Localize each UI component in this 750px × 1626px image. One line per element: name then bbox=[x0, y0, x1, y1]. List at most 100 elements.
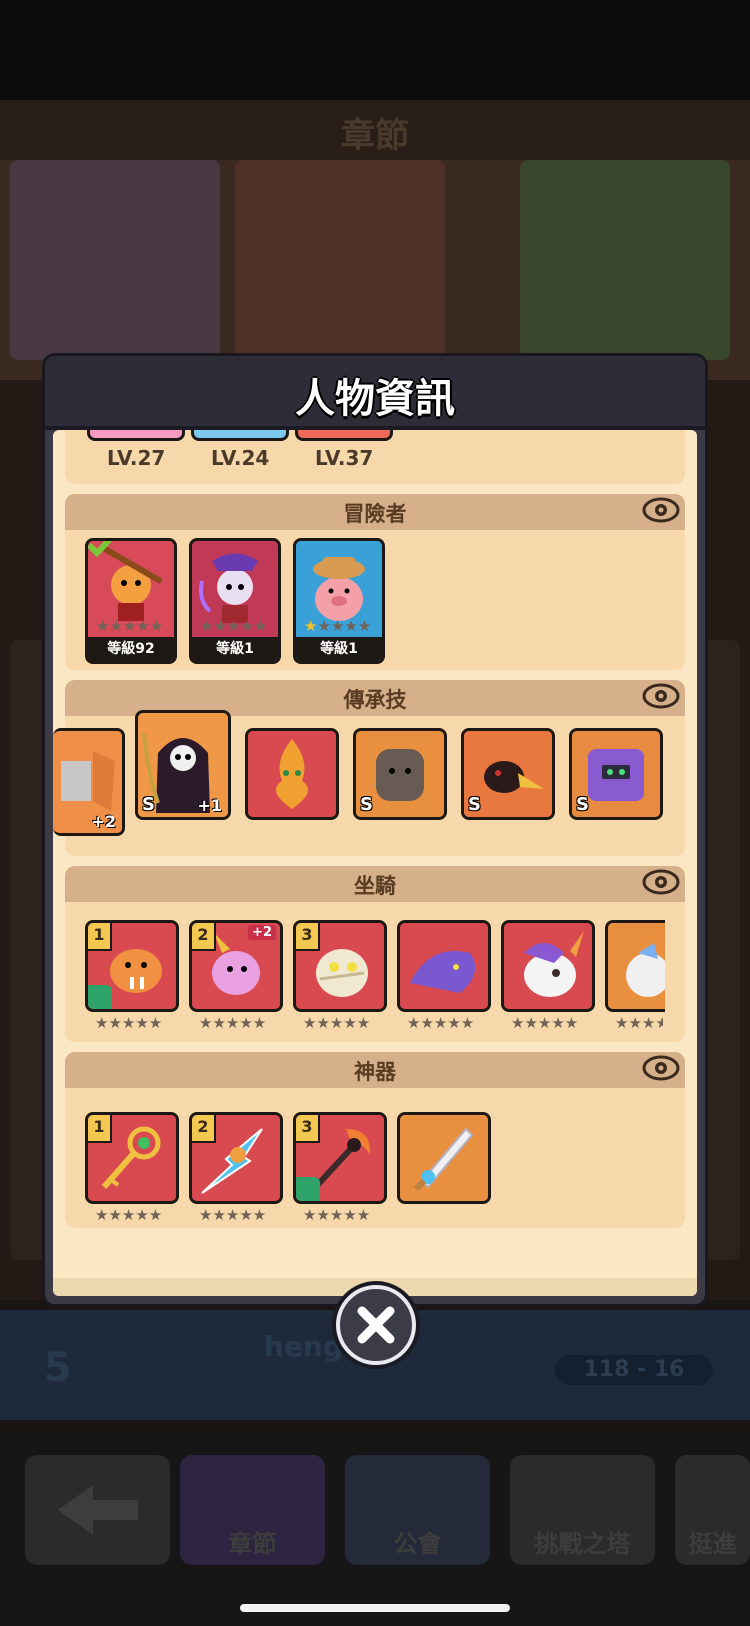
section-title: 坐騎 bbox=[354, 874, 396, 898]
skill-rank: S bbox=[576, 794, 589, 815]
nav-tower: 挑戰之塔 bbox=[510, 1455, 655, 1565]
bg-hero-card bbox=[10, 160, 220, 360]
character-info-modal: 人物資訊 LV.27 LV.24 LV.37 冒險者 ★★★★★ 等級92 ★★… bbox=[45, 356, 705, 1304]
star-rating: ★★★★★ bbox=[200, 617, 268, 635]
adventurer-level: 等級1 bbox=[296, 637, 382, 661]
skill-rank: S bbox=[142, 794, 155, 815]
skill-tile[interactable]: S bbox=[353, 728, 447, 820]
adventurer-card[interactable]: ★★★★★ 等級92 bbox=[85, 538, 177, 664]
bg-side-panel bbox=[10, 640, 50, 1260]
top-hero-thumb bbox=[87, 430, 185, 441]
star-rating: ★★★★★ bbox=[95, 1014, 163, 1032]
close-icon bbox=[357, 1306, 395, 1344]
mount-tile[interactable]: 3 bbox=[293, 920, 387, 1012]
check-icon bbox=[88, 541, 113, 557]
modal-header: 人物資訊 bbox=[45, 356, 705, 430]
mount-partial-icon bbox=[608, 923, 665, 1009]
artifact-slot-number: 2 bbox=[192, 1115, 216, 1143]
eye-icon[interactable] bbox=[641, 867, 681, 897]
bg-side-panel bbox=[700, 640, 740, 1260]
star-rating: ★★★★★ bbox=[304, 617, 372, 635]
nav-advance-label: 挺進 bbox=[688, 1530, 737, 1558]
bg-hero-card bbox=[235, 160, 445, 360]
player-name: heng bbox=[264, 1330, 343, 1363]
home-indicator[interactable] bbox=[240, 1604, 510, 1612]
skill-tile[interactable]: S +1 bbox=[135, 710, 231, 820]
rank-number: 5 bbox=[44, 1345, 72, 1391]
purple-dragon-icon bbox=[400, 923, 488, 1009]
skill-rank: S bbox=[360, 794, 373, 815]
artifact-slot-number: 3 bbox=[296, 1115, 320, 1143]
skill-tile[interactable]: +2 bbox=[53, 728, 125, 836]
nav-tower-label: 挑戰之塔 bbox=[534, 1530, 631, 1558]
star-rating: ★★★★★ bbox=[615, 1014, 663, 1032]
mount-slot-number: 3 bbox=[296, 923, 320, 951]
bg-hero-card bbox=[520, 160, 730, 360]
level-label: LV.37 bbox=[315, 446, 374, 470]
adventurer-card[interactable]: ★★★★★ 等級1 bbox=[189, 538, 281, 664]
star-rating: ★★★★★ bbox=[96, 617, 164, 635]
skill-rank: S bbox=[468, 794, 481, 815]
artifact-tile[interactable]: 3 bbox=[293, 1112, 387, 1204]
chapter-title-bg: 章節 bbox=[341, 116, 409, 156]
equipped-badge-icon bbox=[296, 1177, 320, 1201]
mount-tile[interactable] bbox=[501, 920, 595, 1012]
level-label: LV.27 bbox=[107, 446, 166, 470]
section-mounts: 坐騎 1 ★★★★★ 2 +2 ★★★★★ 3 ★★★★★ ★★★★★ ★★★★… bbox=[65, 866, 685, 1042]
mount-slot-number: 2 bbox=[192, 923, 216, 951]
mount-tile[interactable] bbox=[397, 920, 491, 1012]
level-label: LV.24 bbox=[211, 446, 270, 470]
modal-scroll-content[interactable]: LV.27 LV.24 LV.37 冒險者 ★★★★★ 等級92 ★★★★★ 等… bbox=[53, 430, 697, 1296]
mount-plus: +2 bbox=[248, 925, 276, 940]
adventurer-level: 等級1 bbox=[192, 637, 278, 661]
artifact-tile[interactable]: 1 bbox=[85, 1112, 179, 1204]
artifact-tile[interactable] bbox=[397, 1112, 491, 1204]
sword-icon bbox=[400, 1115, 488, 1201]
section-title: 冒險者 bbox=[343, 502, 407, 526]
section-header: 坐騎 bbox=[65, 866, 685, 902]
star-rating: ★★★★★ bbox=[199, 1206, 267, 1224]
modal-title: 人物資訊 bbox=[295, 376, 455, 422]
skill-plus: +1 bbox=[197, 796, 222, 815]
section-header: 冒險者 bbox=[65, 494, 685, 530]
nav-guild: 公會 bbox=[345, 1455, 490, 1565]
artifact-tile[interactable]: 2 bbox=[189, 1112, 283, 1204]
skill-tile[interactable] bbox=[245, 728, 339, 820]
section-artifacts: 神器 1 ★★★★★ 2 ★★★★★ 3 ★★★★★ bbox=[65, 1052, 685, 1228]
nav-advance: 挺進 bbox=[675, 1455, 750, 1565]
section-header: 神器 bbox=[65, 1052, 685, 1088]
mount-tile[interactable] bbox=[605, 920, 665, 1012]
star-rating: ★★★★★ bbox=[95, 1206, 163, 1224]
section-adventurers: 冒險者 ★★★★★ 等級92 ★★★★★ 等級1 ★★★★★ 等級1 bbox=[65, 494, 685, 670]
mount-tile[interactable]: 1 bbox=[85, 920, 179, 1012]
adventurer-card[interactable]: ★★★★★ 等級1 bbox=[293, 538, 385, 664]
eye-icon[interactable] bbox=[641, 495, 681, 525]
section-title: 神器 bbox=[354, 1060, 396, 1084]
skill-plus: +2 bbox=[91, 812, 116, 831]
star-rating: ★★★★★ bbox=[511, 1014, 579, 1032]
adventurer-level: 等級92 bbox=[88, 637, 174, 661]
eye-icon[interactable] bbox=[641, 681, 681, 711]
back-arrow-icon bbox=[58, 1485, 138, 1535]
nav-guild-label: 公會 bbox=[393, 1530, 442, 1558]
mount-tile[interactable]: 2 +2 bbox=[189, 920, 283, 1012]
score-range: 118 - 16 bbox=[555, 1355, 713, 1385]
star-rating: ★★★★★ bbox=[199, 1014, 267, 1032]
eye-icon[interactable] bbox=[641, 1053, 681, 1083]
star-rating: ★★★★★ bbox=[303, 1014, 371, 1032]
skill-tile[interactable]: S bbox=[461, 728, 555, 820]
star-rating: ★★★★★ bbox=[303, 1206, 371, 1224]
section-legacy-skills: 傳承技 +2 S +1 S S S bbox=[53, 680, 685, 856]
unicorn-icon bbox=[504, 923, 592, 1009]
mount-slot-number: 1 bbox=[88, 923, 112, 951]
top-hero-thumb bbox=[191, 430, 289, 441]
artifact-slot-number: 1 bbox=[88, 1115, 112, 1143]
skill-tile[interactable]: S bbox=[569, 728, 663, 820]
star-rating: ★★★★★ bbox=[407, 1014, 475, 1032]
back-button bbox=[25, 1455, 170, 1565]
top-section-partial: LV.27 LV.24 LV.37 bbox=[65, 430, 685, 484]
nav-chapter-label: 章節 bbox=[228, 1530, 277, 1558]
close-button[interactable] bbox=[336, 1285, 416, 1365]
top-hero-thumb bbox=[295, 430, 393, 441]
phoenix-icon bbox=[248, 731, 336, 817]
